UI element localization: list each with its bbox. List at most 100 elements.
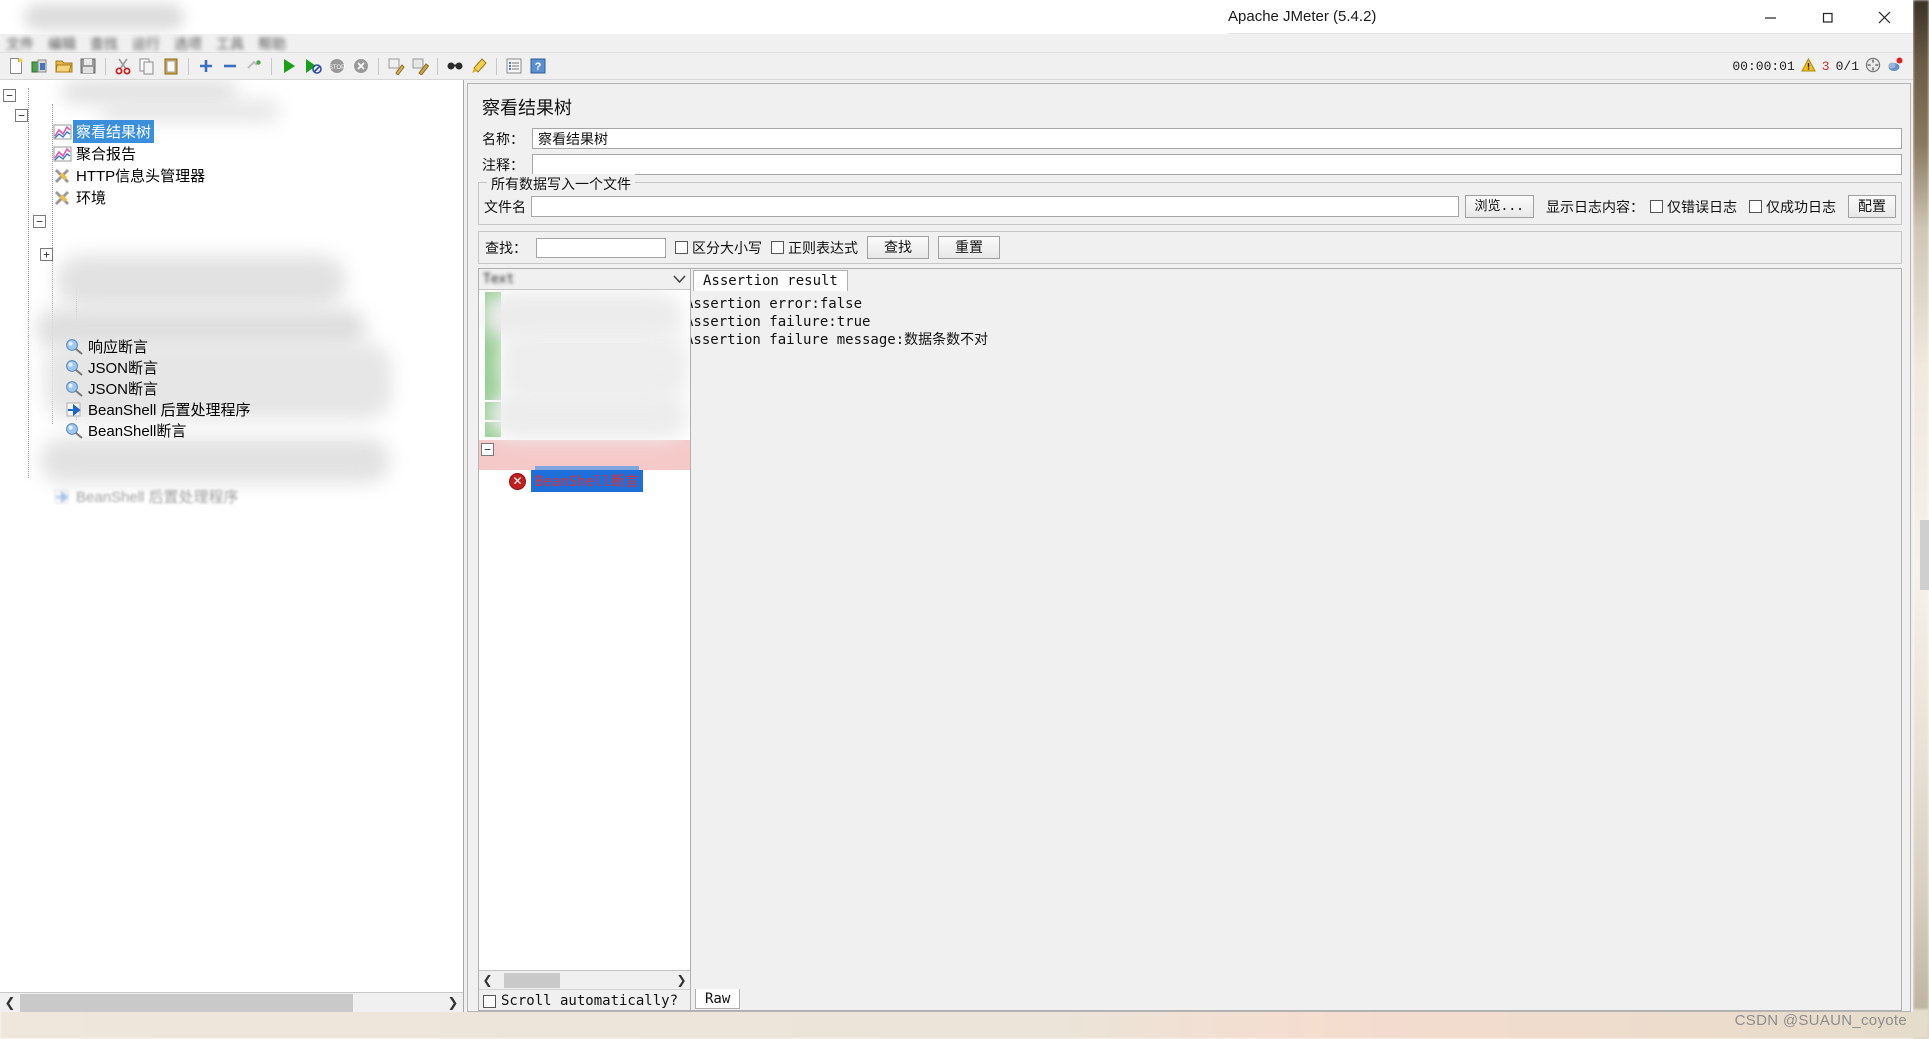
- clear-all-icon[interactable]: [408, 54, 432, 78]
- scroll-thumb[interactable]: [504, 972, 560, 988]
- chevron-down-icon[interactable]: [673, 272, 686, 287]
- sidebar-item-http-header-manager[interactable]: HTTP信息头管理器: [52, 164, 208, 187]
- find-button[interactable]: 查找: [867, 236, 929, 259]
- collapse-handle-icon[interactable]: −: [3, 89, 16, 102]
- toolbar[interactable]: STOP ? 00:00:01 3 0/1: [0, 53, 1913, 80]
- scroll-track[interactable]: [20, 993, 443, 1012]
- expand-icon[interactable]: [194, 54, 218, 78]
- new-icon[interactable]: [4, 54, 28, 78]
- window-vertical-scrollbar-thumb[interactable]: [1920, 520, 1929, 590]
- clear-icon[interactable]: [384, 54, 408, 78]
- sidebar-item-aggregate-report[interactable]: 聚合报告: [52, 142, 139, 165]
- aggregate-report-icon: [52, 144, 73, 163]
- results-tree-body[interactable]: − ✕ BeanShell断言: [479, 290, 690, 970]
- copy-icon[interactable]: [135, 54, 159, 78]
- scroll-track[interactable]: [496, 972, 673, 988]
- menu-item-edit[interactable]: 编辑: [48, 34, 76, 54]
- stop-icon[interactable]: STOP: [325, 54, 349, 78]
- collapse-icon[interactable]: [218, 54, 242, 78]
- results-horizontal-scrollbar[interactable]: ❮ ❯: [479, 971, 690, 990]
- menu-item-help[interactable]: 帮助: [258, 34, 286, 54]
- scroll-left-icon[interactable]: ❮: [0, 993, 20, 1012]
- minimize-button[interactable]: [1742, 0, 1799, 34]
- test-plan-tree[interactable]: − − 察看结果树 聚合报告 HTTP信息头管理器 环境 − + 响应断言 JS…: [0, 80, 463, 992]
- result-tabs[interactable]: Assertion result: [691, 269, 1901, 291]
- warning-triangle-icon[interactable]: [1800, 57, 1816, 76]
- toggle-icon[interactable]: [242, 54, 266, 78]
- remote-icon[interactable]: [1865, 57, 1881, 77]
- filename-input[interactable]: [531, 196, 1459, 217]
- help-icon[interactable]: ?: [526, 54, 550, 78]
- collapse-handle-icon[interactable]: −: [33, 215, 46, 228]
- checkbox-box[interactable]: [1749, 200, 1762, 213]
- results-tree-handle[interactable]: −: [481, 438, 494, 461]
- scroll-automatically-checkbox[interactable]: Scroll automatically?: [479, 990, 690, 1009]
- sidebar-item-beanshell-postprocessor[interactable]: BeanShell 后置处理程序: [64, 398, 254, 421]
- maximize-button[interactable]: [1799, 0, 1856, 34]
- start-no-pauses-icon[interactable]: [301, 54, 325, 78]
- save-icon[interactable]: [76, 54, 100, 78]
- results-tree-selected-node[interactable]: ✕ BeanShell断言: [509, 470, 643, 492]
- cut-icon[interactable]: [111, 54, 135, 78]
- redacted-region: [100, 100, 280, 122]
- errors-only-checkbox[interactable]: 仅错误日志: [1650, 197, 1737, 217]
- sidebar-item-beanshell-assertion[interactable]: BeanShell断言: [64, 419, 189, 442]
- tree-item-label: JSON断言: [88, 381, 159, 398]
- configure-button[interactable]: 配置: [1848, 195, 1896, 218]
- paste-icon[interactable]: [159, 54, 183, 78]
- name-input[interactable]: [532, 128, 1902, 149]
- assertion-result-content: Assertion error:false Assertion failure:…: [691, 291, 1901, 989]
- scroll-right-icon[interactable]: ❯: [673, 972, 690, 989]
- start-icon[interactable]: [277, 54, 301, 78]
- menu-item-search[interactable]: 查找: [90, 34, 118, 54]
- menu-item-tools[interactable]: 工具: [216, 34, 244, 54]
- success-only-checkbox[interactable]: 仅成功日志: [1749, 197, 1836, 217]
- tree-handle-child[interactable]: +: [40, 243, 53, 266]
- collapse-handle-icon[interactable]: −: [15, 109, 28, 122]
- menu-item-file[interactable]: 文件: [6, 34, 34, 54]
- shutdown-icon[interactable]: [349, 54, 373, 78]
- close-button[interactable]: [1856, 0, 1913, 34]
- sidebar-item-environment[interactable]: 环境: [52, 186, 109, 209]
- menu-items[interactable]: 文件 编辑 查找 运行 选项 工具 帮助: [6, 34, 286, 53]
- renderer-select[interactable]: Text: [479, 269, 690, 290]
- search-input[interactable]: [536, 237, 666, 258]
- tree-handle-plan[interactable]: −: [15, 104, 28, 127]
- toolbar-separator: [271, 57, 272, 75]
- open-icon[interactable]: [52, 54, 76, 78]
- notification-icon[interactable]: [1887, 57, 1903, 77]
- sidebar-item-response-assertion[interactable]: 响应断言: [64, 335, 151, 358]
- tree-horizontal-scrollbar[interactable]: ❮ ❯: [0, 992, 463, 1012]
- checkbox-box[interactable]: [675, 241, 688, 254]
- scroll-thumb[interactable]: [20, 993, 353, 1012]
- menu-item-run[interactable]: 运行: [132, 34, 160, 54]
- menu-bar[interactable]: 文件 编辑 查找 运行 选项 工具 帮助: [0, 34, 1913, 53]
- scroll-right-icon[interactable]: ❯: [443, 993, 463, 1012]
- menu-item-options[interactable]: 选项: [174, 34, 202, 54]
- status-bar: 00:00:01 3 0/1: [1732, 53, 1903, 80]
- result-bottom-tabs[interactable]: Raw: [691, 989, 1901, 1010]
- collapse-handle-icon[interactable]: −: [481, 443, 494, 456]
- function-helper-icon[interactable]: [502, 54, 526, 78]
- sidebar-item-view-results-tree[interactable]: 察看结果树: [52, 120, 155, 143]
- checkbox-box[interactable]: [483, 994, 496, 1008]
- reset-button[interactable]: 重置: [938, 236, 1000, 259]
- sidebar-item-json-assertion-1[interactable]: JSON断言: [64, 356, 161, 379]
- tab-assertion-result[interactable]: Assertion result: [693, 270, 848, 291]
- search-icon[interactable]: [443, 54, 467, 78]
- checkbox-box[interactable]: [1650, 200, 1663, 213]
- search-reset-icon[interactable]: [467, 54, 491, 78]
- results-tree-panel: Text − ✕ BeanShell断言 ❮ ❯ Scroll automati…: [478, 268, 691, 1011]
- expand-handle-icon[interactable]: +: [40, 248, 53, 261]
- checkbox-box[interactable]: [771, 241, 784, 254]
- case-sensitive-checkbox[interactable]: 区分大小写: [675, 238, 762, 258]
- sidebar-item-beanshell-postprocessor-faded[interactable]: BeanShell 后置处理程序: [52, 485, 242, 508]
- comment-input[interactable]: [532, 154, 1902, 175]
- templates-icon[interactable]: [28, 54, 52, 78]
- tree-handle-sampler[interactable]: −: [33, 210, 46, 233]
- browse-button[interactable]: 浏览...: [1464, 195, 1534, 218]
- tab-raw[interactable]: Raw: [695, 989, 741, 1009]
- sidebar-item-json-assertion-2[interactable]: JSON断言: [64, 377, 161, 400]
- regex-checkbox[interactable]: 正则表达式: [771, 238, 858, 258]
- scroll-left-icon[interactable]: ❮: [479, 972, 496, 989]
